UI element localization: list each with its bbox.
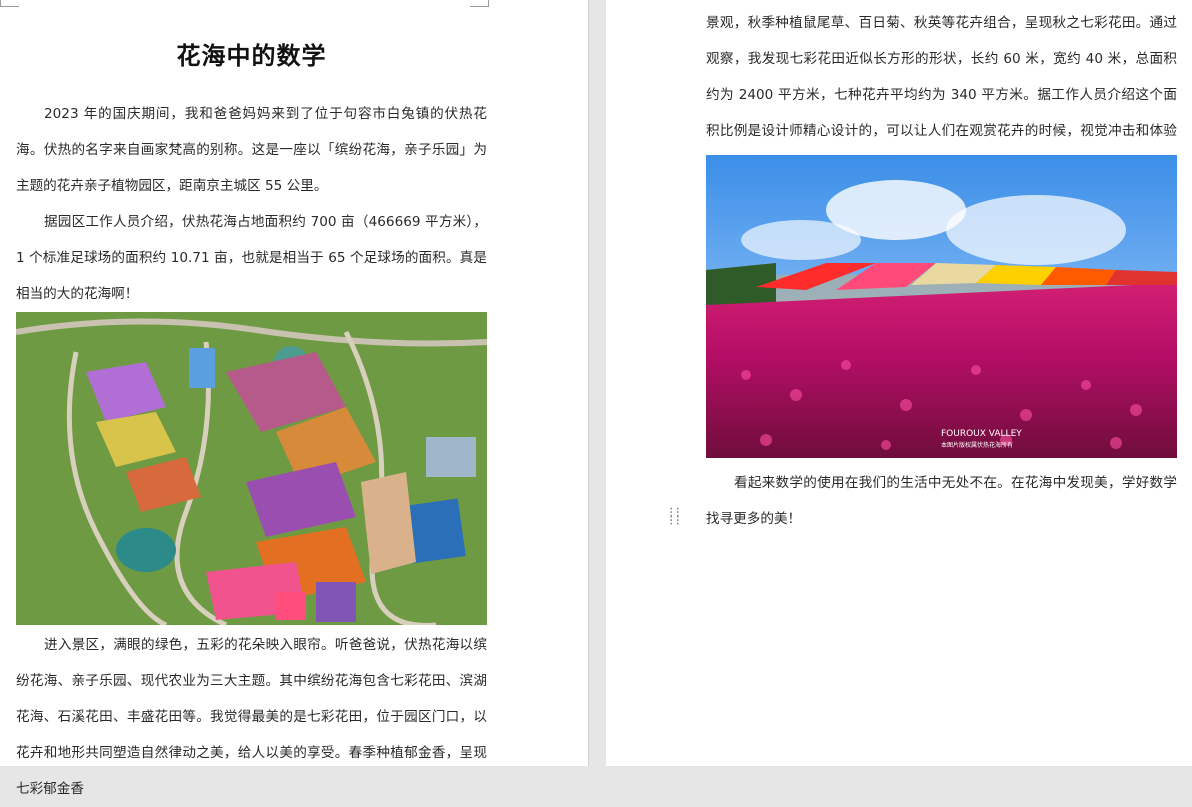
body-text-bottom-left[interactable]: 进入景区，满眼的绿色，五彩的花朵映入眼帘。听爸爸说，伏热花海以缤纷花海、亲子乐园… [16,627,487,807]
body-text-bottom-right[interactable]: 看起来数学的使用在我们的生活中无处不在。在花海中发现美，学好数学找寻更多的美！ [706,465,1177,537]
aerial-flower-field-photo[interactable] [16,312,487,625]
page-corner-mark [470,0,489,7]
paragraph[interactable]: 进入景区，满眼的绿色，五彩的花朵映入眼帘。听爸爸说，伏热花海以缤纷花海、亲子乐园… [16,627,487,807]
paragraph[interactable]: 据园区工作人员介绍，伏热花海占地面积约 700 亩（466669 平方米），1 … [16,204,487,312]
paragraph[interactable]: 2023 年的国庆期间，我和爸爸妈妈来到了位于句容市白兔镇的伏热花海。伏热的名字… [16,96,487,204]
document-title[interactable]: 花海中的数学 [16,36,487,71]
drag-handle-icon[interactable]: ⁝⁝ ⁝⁝ [669,506,682,528]
page-corner-mark [0,0,19,7]
watermark-subtext: 本图片版权属伏热花海所有 [941,441,1013,449]
aerial-photo-illustration [16,312,487,625]
flower-field-photo[interactable]: FOUROUX VALLEY 本图片版权属伏热花海所有 [706,155,1177,458]
watermark-text: FOUROUX VALLEY [941,429,1022,439]
body-text-top-left[interactable]: 2023 年的国庆期间，我和爸爸妈妈来到了位于句容市白兔镇的伏热花海。伏热的名字… [16,96,487,312]
page-gap-edge [588,0,589,766]
paragraph[interactable]: 看起来数学的使用在我们的生活中无处不在。在花海中发现美，学好数学找寻更多的美！ [706,465,1177,537]
field-photo-illustration: FOUROUX VALLEY 本图片版权属伏热花海所有 [706,155,1177,458]
